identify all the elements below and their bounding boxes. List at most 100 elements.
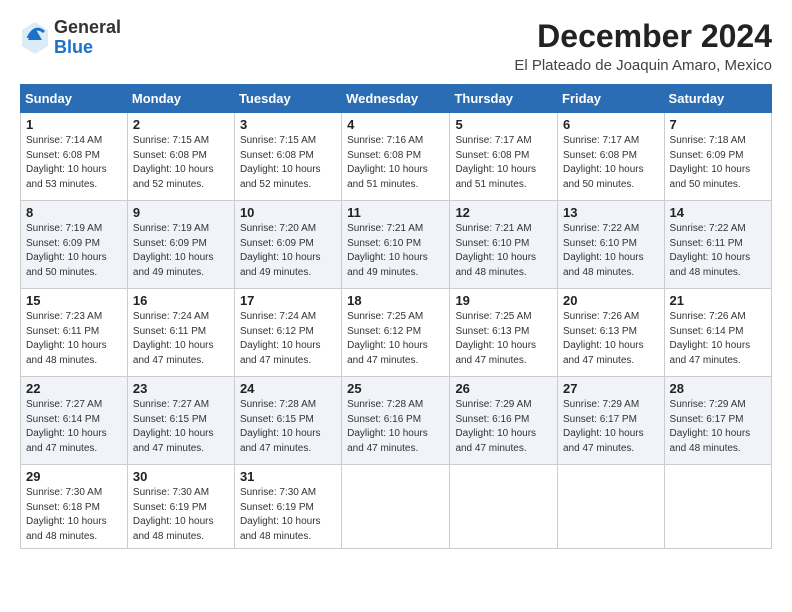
day-number: 2 bbox=[133, 117, 229, 132]
day-number: 29 bbox=[26, 469, 122, 484]
day-number: 21 bbox=[670, 293, 766, 308]
day-number: 20 bbox=[563, 293, 659, 308]
calendar-cell: 25 Sunrise: 7:28 AMSunset: 6:16 PMDayligh… bbox=[342, 377, 450, 465]
calendar-cell: 24Sunrise: 7:28 AMSunset: 6:15 PMDayligh… bbox=[234, 377, 341, 465]
calendar-cell: 30Sunrise: 7:30 AMSunset: 6:19 PMDayligh… bbox=[127, 465, 234, 549]
day-number: 22 bbox=[26, 381, 122, 396]
calendar-cell bbox=[342, 465, 450, 549]
header: General Blue December 2024 El Plateado d… bbox=[20, 18, 772, 74]
calendar-cell: 8 Sunrise: 7:19 AMSunset: 6:09 PMDaylight… bbox=[21, 201, 128, 289]
day-number: 4 bbox=[347, 117, 444, 132]
day-number: 8 bbox=[26, 205, 122, 220]
calendar-cell bbox=[664, 465, 771, 549]
day-number: 26 bbox=[455, 381, 552, 396]
day-info: Sunrise: 7:20 AMSunset: 6:09 PMDaylight:… bbox=[240, 222, 336, 280]
day-number: 27 bbox=[563, 381, 659, 396]
day-info: Sunrise: 7:29 AMSunset: 6:16 PMDaylight:… bbox=[455, 398, 552, 456]
day-number: 15 bbox=[26, 293, 122, 308]
day-number: 25 bbox=[347, 381, 444, 396]
calendar-cell: 1 Sunrise: 7:14 AMSunset: 6:08 PMDaylight… bbox=[21, 113, 128, 201]
day-info: Sunrise: 7:25 AMSunset: 6:13 PMDaylight:… bbox=[455, 310, 552, 368]
calendar-cell: 26 Sunrise: 7:29 AMSunset: 6:16 PMDayligh… bbox=[450, 377, 558, 465]
day-info: Sunrise: 7:30 AMSunset: 6:19 PMDaylight:… bbox=[240, 486, 336, 544]
day-info: Sunrise: 7:17 AMSunset: 6:08 PMDaylight:… bbox=[563, 134, 659, 192]
calendar-cell: 19 Sunrise: 7:25 AMSunset: 6:13 PMDayligh… bbox=[450, 289, 558, 377]
day-number: 28 bbox=[670, 381, 766, 396]
header-monday: Monday bbox=[127, 85, 234, 113]
day-number: 11 bbox=[347, 205, 444, 220]
page: General Blue December 2024 El Plateado d… bbox=[0, 0, 792, 559]
day-number: 17 bbox=[240, 293, 336, 308]
calendar-cell: 3Sunrise: 7:15 AMSunset: 6:08 PMDaylight… bbox=[234, 113, 341, 201]
logo-text: General Blue bbox=[54, 18, 121, 58]
day-info: Sunrise: 7:27 AMSunset: 6:14 PMDaylight:… bbox=[26, 398, 122, 456]
calendar-cell: 2 Sunrise: 7:15 AMSunset: 6:08 PMDaylight… bbox=[127, 113, 234, 201]
title-area: December 2024 El Plateado de Joaquin Ama… bbox=[514, 18, 772, 74]
day-number: 9 bbox=[133, 205, 229, 220]
day-number: 7 bbox=[670, 117, 766, 132]
logo-general: General bbox=[54, 18, 121, 38]
day-info: Sunrise: 7:26 AMSunset: 6:14 PMDaylight:… bbox=[670, 310, 766, 368]
day-number: 18 bbox=[347, 293, 444, 308]
day-number: 14 bbox=[670, 205, 766, 220]
day-info: Sunrise: 7:24 AMSunset: 6:11 PMDaylight:… bbox=[133, 310, 229, 368]
month-title: December 2024 bbox=[514, 18, 772, 55]
calendar-cell bbox=[450, 465, 558, 549]
calendar-cell: 11 Sunrise: 7:21 AMSunset: 6:10 PMDayligh… bbox=[342, 201, 450, 289]
day-number: 16 bbox=[133, 293, 229, 308]
day-info: Sunrise: 7:23 AMSunset: 6:11 PMDaylight:… bbox=[26, 310, 122, 368]
calendar-row-3: 15 Sunrise: 7:23 AMSunset: 6:11 PMDayligh… bbox=[21, 289, 772, 377]
logo-blue: Blue bbox=[54, 38, 121, 58]
day-info: Sunrise: 7:19 AMSunset: 6:09 PMDaylight:… bbox=[133, 222, 229, 280]
logo-icon bbox=[20, 20, 50, 56]
calendar-cell: 28 Sunrise: 7:29 AMSunset: 6:17 PMDayligh… bbox=[664, 377, 771, 465]
calendar-row-5: 29 Sunrise: 7:30 AMSunset: 6:18 PMDayligh… bbox=[21, 465, 772, 549]
day-number: 13 bbox=[563, 205, 659, 220]
day-number: 1 bbox=[26, 117, 122, 132]
day-info: Sunrise: 7:14 AMSunset: 6:08 PMDaylight:… bbox=[26, 134, 122, 192]
day-info: Sunrise: 7:15 AMSunset: 6:08 PMDaylight:… bbox=[133, 134, 229, 192]
day-number: 31 bbox=[240, 469, 336, 484]
day-info: Sunrise: 7:28 AMSunset: 6:16 PMDaylight:… bbox=[347, 398, 444, 456]
calendar-cell: 13Sunrise: 7:22 AMSunset: 6:10 PMDayligh… bbox=[558, 201, 665, 289]
calendar-cell: 29 Sunrise: 7:30 AMSunset: 6:18 PMDayligh… bbox=[21, 465, 128, 549]
header-tuesday: Tuesday bbox=[234, 85, 341, 113]
header-saturday: Saturday bbox=[664, 85, 771, 113]
day-info: Sunrise: 7:21 AMSunset: 6:10 PMDaylight:… bbox=[347, 222, 444, 280]
header-sunday: Sunday bbox=[21, 85, 128, 113]
calendar-cell: 27Sunrise: 7:29 AMSunset: 6:17 PMDayligh… bbox=[558, 377, 665, 465]
day-number: 10 bbox=[240, 205, 336, 220]
day-number: 12 bbox=[455, 205, 552, 220]
calendar-row-2: 8 Sunrise: 7:19 AMSunset: 6:09 PMDaylight… bbox=[21, 201, 772, 289]
calendar-cell: 5Sunrise: 7:17 AMSunset: 6:08 PMDaylight… bbox=[450, 113, 558, 201]
header-thursday: Thursday bbox=[450, 85, 558, 113]
day-info: Sunrise: 7:27 AMSunset: 6:15 PMDaylight:… bbox=[133, 398, 229, 456]
calendar-header-row: SundayMondayTuesdayWednesdayThursdayFrid… bbox=[21, 85, 772, 113]
day-info: Sunrise: 7:26 AMSunset: 6:13 PMDaylight:… bbox=[563, 310, 659, 368]
day-number: 3 bbox=[240, 117, 336, 132]
calendar-cell: 17 Sunrise: 7:24 AMSunset: 6:12 PMDayligh… bbox=[234, 289, 341, 377]
day-info: Sunrise: 7:24 AMSunset: 6:12 PMDaylight:… bbox=[240, 310, 336, 368]
day-number: 6 bbox=[563, 117, 659, 132]
day-info: Sunrise: 7:29 AMSunset: 6:17 PMDaylight:… bbox=[670, 398, 766, 456]
day-info: Sunrise: 7:18 AMSunset: 6:09 PMDaylight:… bbox=[670, 134, 766, 192]
day-info: Sunrise: 7:19 AMSunset: 6:09 PMDaylight:… bbox=[26, 222, 122, 280]
day-info: Sunrise: 7:21 AMSunset: 6:10 PMDaylight:… bbox=[455, 222, 552, 280]
day-info: Sunrise: 7:28 AMSunset: 6:15 PMDaylight:… bbox=[240, 398, 336, 456]
day-info: Sunrise: 7:30 AMSunset: 6:18 PMDaylight:… bbox=[26, 486, 122, 544]
calendar: SundayMondayTuesdayWednesdayThursdayFrid… bbox=[20, 84, 772, 549]
calendar-cell: 22 Sunrise: 7:27 AMSunset: 6:14 PMDayligh… bbox=[21, 377, 128, 465]
day-number: 19 bbox=[455, 293, 552, 308]
day-info: Sunrise: 7:17 AMSunset: 6:08 PMDaylight:… bbox=[455, 134, 552, 192]
day-info: Sunrise: 7:16 AMSunset: 6:08 PMDaylight:… bbox=[347, 134, 444, 192]
header-wednesday: Wednesday bbox=[342, 85, 450, 113]
calendar-cell bbox=[558, 465, 665, 549]
calendar-cell: 14Sunrise: 7:22 AMSunset: 6:11 PMDayligh… bbox=[664, 201, 771, 289]
calendar-row-1: 1 Sunrise: 7:14 AMSunset: 6:08 PMDaylight… bbox=[21, 113, 772, 201]
location-title: El Plateado de Joaquin Amaro, Mexico bbox=[514, 57, 772, 74]
day-number: 30 bbox=[133, 469, 229, 484]
calendar-cell: 15 Sunrise: 7:23 AMSunset: 6:11 PMDayligh… bbox=[21, 289, 128, 377]
calendar-cell: 6 Sunrise: 7:17 AMSunset: 6:08 PMDaylight… bbox=[558, 113, 665, 201]
calendar-cell: 4 Sunrise: 7:16 AMSunset: 6:08 PMDaylight… bbox=[342, 113, 450, 201]
calendar-cell: 18Sunrise: 7:25 AMSunset: 6:12 PMDayligh… bbox=[342, 289, 450, 377]
